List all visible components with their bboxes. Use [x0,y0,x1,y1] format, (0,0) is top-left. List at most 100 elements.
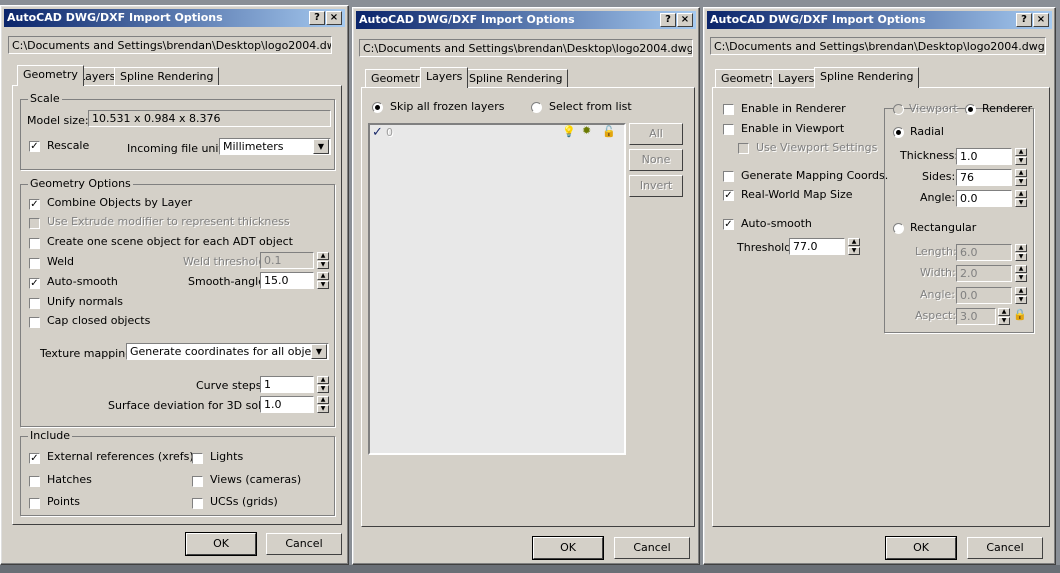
title-bar[interactable]: AutoCAD DWG/DXF Import Options ? × [707,11,1052,29]
invert-button[interactable]: Invert [629,175,683,197]
sun-icon[interactable]: ✹ [582,124,591,137]
threshold-spinner[interactable]: ▲ ▼ [848,238,860,255]
select-list-radio[interactable] [531,102,542,113]
chevron-down-icon[interactable]: ▼ [311,344,327,359]
xrefs-checkbox[interactable]: ✓ [29,453,40,464]
angle-spinner[interactable]: ▲ ▼ [1015,190,1027,207]
surface-deviation-spinner[interactable]: ▲ ▼ [317,396,329,413]
real-world-checkbox[interactable]: ✓ [723,190,734,201]
close-button[interactable]: × [677,13,693,27]
weld-threshold-spinner[interactable]: ▲ ▼ [317,252,329,269]
hatches-checkbox[interactable] [29,476,40,487]
dialog-spline-rendering: AutoCAD DWG/DXF Import Options ? × C:\Do… [703,7,1056,565]
points-checkbox[interactable] [29,498,40,509]
sides-field[interactable]: 76 [956,169,1012,186]
extrude-checkbox[interactable] [29,218,40,229]
help-button[interactable]: ? [1016,13,1032,27]
width-spinner[interactable]: ▲ ▼ [1015,265,1027,282]
length-field[interactable]: 6.0 [956,244,1012,261]
width-label: Width: [920,266,956,279]
ok-button[interactable]: OK [885,536,957,560]
ok-button[interactable]: OK [532,536,604,560]
help-button[interactable]: ? [309,11,325,25]
tab-layers[interactable]: Layers [420,67,469,88]
smooth-angle-field[interactable]: 15.0 [260,272,314,289]
none-button[interactable]: None [629,149,683,171]
tab-spline-rendering[interactable]: Spline Rendering [814,67,920,88]
thickness-field[interactable]: 1.0 [956,148,1012,165]
unify-checkbox[interactable] [29,298,40,309]
enable-renderer-checkbox[interactable] [723,104,734,115]
rect-angle-field[interactable]: 0.0 [956,287,1012,304]
cancel-button[interactable]: Cancel [266,533,342,555]
cap-checkbox[interactable] [29,317,40,328]
weld-checkbox[interactable] [29,258,40,269]
group-label: Geometry Options [28,177,133,190]
width-field[interactable]: 2.0 [956,265,1012,282]
help-button[interactable]: ? [660,13,676,27]
model-size-label: Model size: [27,114,89,127]
all-button[interactable]: All [629,123,683,145]
threshold-field[interactable]: 77.0 [789,238,845,255]
unlock-icon[interactable]: 🔓 [602,125,616,138]
dialog-geometry: AutoCAD DWG/DXF Import Options ? × C:\Do… [0,5,349,565]
create-one-checkbox[interactable] [29,238,40,249]
unify-label: Unify normals [47,295,124,308]
cancel-button[interactable]: Cancel [967,537,1043,559]
smooth-angle-spinner[interactable]: ▲ ▼ [317,272,329,289]
texture-mapping-select[interactable]: Generate coordinates for all objects [126,343,329,360]
surface-deviation-field[interactable]: 1.0 [260,396,314,413]
close-button[interactable]: × [1033,13,1049,27]
extrude-label: Use Extrude modifier to represent thickn… [47,215,290,228]
autosmooth-checkbox[interactable]: ✓ [723,219,734,230]
curve-steps-field[interactable]: 1 [260,376,314,393]
sides-spinner[interactable]: ▲ ▼ [1015,169,1027,186]
checkmark-icon[interactable]: ✓ [372,125,383,140]
autosmooth-checkbox[interactable]: ✓ [29,278,40,289]
viewport-radio[interactable] [893,104,904,115]
layer-list[interactable]: ✓ 0 💡 ✹ 🔓 [368,123,626,455]
gen-mapping-label: Generate Mapping Coords. [741,169,889,182]
ucs-checkbox[interactable] [192,498,203,509]
lights-checkbox[interactable] [192,453,203,464]
length-spinner[interactable]: ▲ ▼ [1015,244,1027,261]
rectangular-radio[interactable] [893,223,904,234]
weld-threshold-field[interactable]: 0.1 [260,252,314,269]
tab-spline-rendering[interactable]: Spline Rendering [114,67,220,85]
skip-frozen-label: Skip all frozen layers [390,100,505,113]
tab-geometry[interactable]: Geometry [17,65,84,86]
curve-steps-spinner[interactable]: ▲ ▼ [317,376,329,393]
lock-icon[interactable]: 🔒 [1013,308,1027,321]
cancel-button[interactable]: Cancel [614,537,690,559]
gen-mapping-checkbox[interactable] [723,171,734,182]
use-viewport-settings-checkbox[interactable] [738,143,749,154]
window-title: AutoCAD DWG/DXF Import Options [359,13,575,26]
chevron-down-icon[interactable]: ▼ [313,139,329,154]
file-path: C:\Documents and Settings\brendan\Deskto… [710,37,1046,55]
aspect-spinner[interactable]: ▲ ▼ [998,308,1010,325]
group-label: Include [28,429,73,442]
file-path: C:\Documents and Settings\brendan\Deskto… [359,39,693,57]
rect-angle-label: Angle: [920,288,956,301]
radial-radio[interactable] [893,127,904,138]
views-checkbox[interactable] [192,476,203,487]
renderer-radio[interactable] [965,104,976,115]
combine-label: Combine Objects by Layer [47,196,193,209]
rect-angle-spinner[interactable]: ▲ ▼ [1015,287,1027,304]
ok-button[interactable]: OK [185,532,257,556]
lightbulb-icon[interactable]: 💡 [562,125,576,138]
enable-viewport-checkbox[interactable] [723,124,734,135]
title-bar[interactable]: AutoCAD DWG/DXF Import Options ? × [4,9,345,27]
tab-spline-rendering[interactable]: Spline Rendering [463,69,569,87]
combine-checkbox[interactable]: ✓ [29,199,40,210]
group-label: Scale [28,92,62,105]
angle-field[interactable]: 0.0 [956,190,1012,207]
rescale-checkbox[interactable]: ✓ [29,141,40,152]
thickness-spinner[interactable]: ▲ ▼ [1015,148,1027,165]
title-bar[interactable]: AutoCAD DWG/DXF Import Options ? × [356,11,696,29]
skip-frozen-radio[interactable] [372,102,383,113]
aspect-field[interactable]: 3.0 [956,308,996,325]
autosmooth-label: Auto-smooth [47,275,118,288]
smooth-angle-label: Smooth-angle: [188,275,269,288]
close-button[interactable]: × [326,11,342,25]
